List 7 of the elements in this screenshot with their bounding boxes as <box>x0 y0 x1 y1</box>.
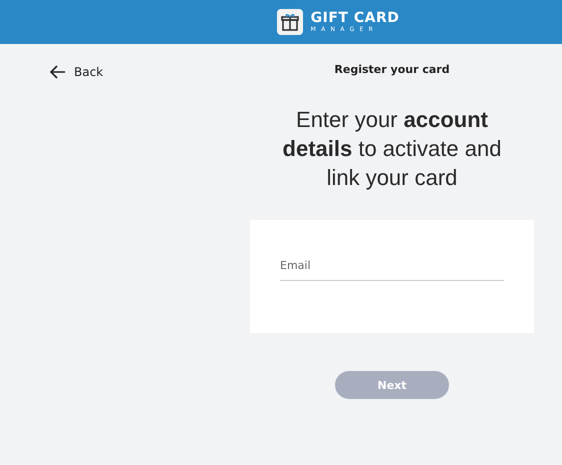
gift-icon <box>276 9 303 35</box>
email-field[interactable]: Email <box>280 255 504 281</box>
back-arrow-icon <box>50 65 66 79</box>
logo-title: GIFT CARD <box>310 10 400 26</box>
heading: Enter your account details to activate and link your card <box>282 106 502 192</box>
page-title: Register your card <box>334 63 450 76</box>
back-link[interactable]: Back <box>50 65 104 79</box>
